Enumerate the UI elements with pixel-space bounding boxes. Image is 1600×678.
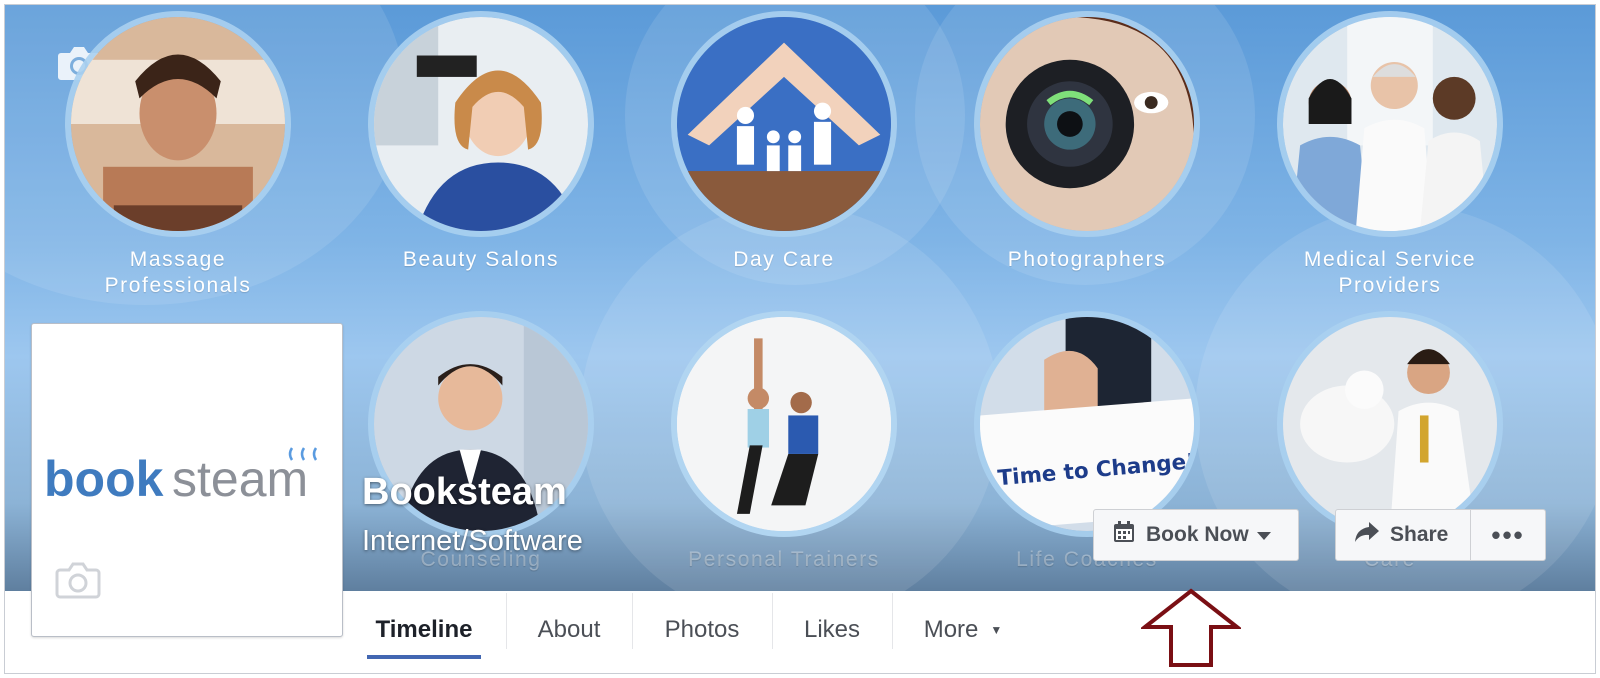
book-now-button[interactable]: Book Now: [1093, 509, 1299, 561]
share-arrow-icon: [1354, 521, 1380, 549]
tile-label: Day Care: [733, 248, 835, 271]
tab-more-label: More: [923, 616, 979, 643]
chevron-down-icon: [1256, 523, 1271, 547]
massage-photo: [65, 11, 291, 237]
tile-photographers: Photographers: [937, 11, 1237, 273]
tile-massage: Massage Professionals: [28, 11, 328, 299]
tile-beauty-salons: Beauty Salons: [331, 11, 631, 273]
calendar-icon: [1112, 520, 1136, 550]
caret-down-icon: ▼: [990, 623, 1003, 637]
page-category[interactable]: Internet/Software: [362, 525, 583, 558]
camera-photo: [974, 11, 1200, 237]
tab-about[interactable]: About: [507, 591, 631, 669]
share-button[interactable]: Share: [1335, 509, 1471, 561]
booksteam-logo: book steam: [44, 447, 318, 507]
tile-label: Medical Service Providers: [1303, 248, 1477, 297]
vet-photo: [1277, 311, 1503, 537]
tab-photos[interactable]: Photos: [633, 591, 771, 669]
more-options-button[interactable]: •••: [1470, 509, 1546, 561]
tab-more[interactable]: More ▼: [893, 591, 1033, 669]
book-now-label: Book Now: [1146, 523, 1249, 546]
profile-picture[interactable]: book steam: [31, 323, 343, 637]
active-tab-indicator: [367, 655, 481, 659]
logo-text: book: [44, 451, 164, 507]
tile-label: Personal Trainers: [688, 548, 880, 571]
salon-photo: [368, 11, 594, 237]
share-label: Share: [1390, 523, 1449, 546]
trainer-photo: [671, 311, 897, 537]
tab-likes[interactable]: Likes: [773, 591, 891, 669]
tile-personal-trainers: Personal Trainers: [634, 311, 934, 573]
page-title[interactable]: Booksteam: [362, 471, 567, 514]
facebook-page-header: Massage Professionals Beauty Salons Day …: [4, 4, 1596, 674]
daycare-photo: [671, 11, 897, 237]
tile-label: Beauty Salons: [402, 248, 560, 271]
svg-text:steam: steam: [172, 451, 308, 507]
annotation-arrow-up-icon: [1141, 588, 1241, 667]
tile-day-care: Day Care: [634, 11, 934, 273]
profile-camera-icon[interactable]: [54, 560, 102, 605]
tile-medical: Medical Service Providers: [1240, 11, 1540, 299]
tile-label: Massage Professionals: [104, 248, 252, 297]
doctors-photo: [1277, 11, 1503, 237]
tile-label: Photographers: [1007, 248, 1167, 271]
coach-photo: Time to Change!: [974, 311, 1200, 537]
